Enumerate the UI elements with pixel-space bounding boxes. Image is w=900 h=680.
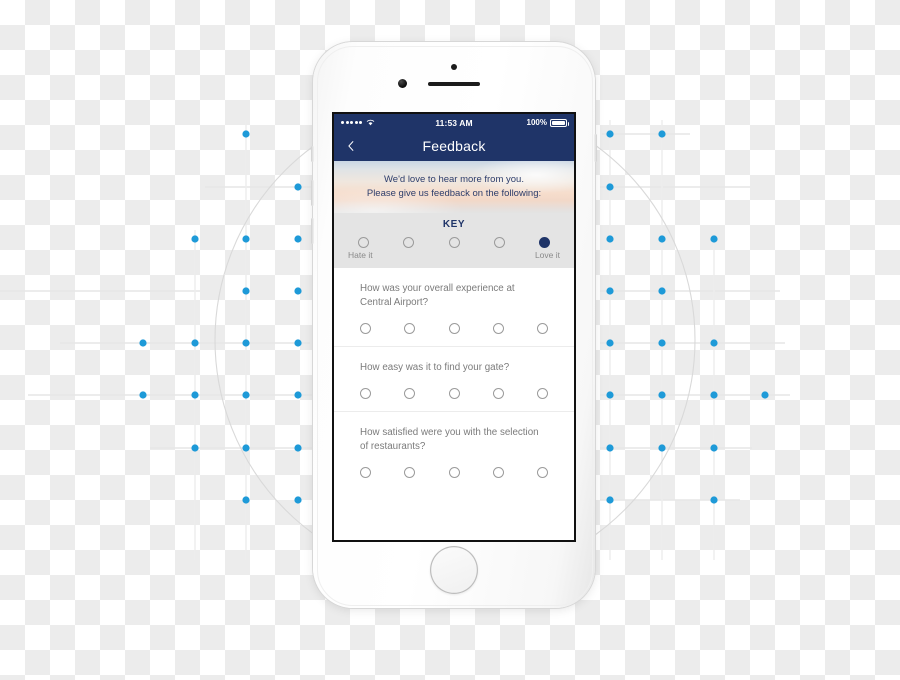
decor-dot [606,235,614,243]
decor-dot [191,339,199,347]
decor-dot [294,496,302,504]
decor-dot [606,444,614,452]
phone-screen: 11:53 AM 100% Feedback We'd love to hear… [332,112,576,542]
decor-dot [606,130,614,138]
decor-dot [710,235,718,243]
key-radio-5[interactable] [539,237,550,248]
decor-dot [139,391,147,399]
intro-banner: We'd love to hear more from you. Please … [334,161,574,213]
q-overall-experience: How was your overall experience at Centr… [334,268,574,347]
key-radio-1[interactable] [358,237,369,248]
decor-dot [242,339,250,347]
decor-dot [658,235,666,243]
decor-dot [242,496,250,504]
q-restaurants-radio-1[interactable] [360,467,371,478]
status-bar: 11:53 AM 100% [334,114,574,131]
key-radio-3[interactable] [448,237,460,248]
q-restaurants-text: How satisfied were you with the selectio… [360,427,539,452]
q-restaurants-radio-row [360,467,548,478]
power-button[interactable] [594,134,597,162]
q-find-gate-radio-4[interactable] [492,388,504,399]
q-overall-experience-radio-1[interactable] [360,323,371,334]
nav-bar: Feedback [334,131,574,161]
q-find-gate: How easy was it to find your gate? [334,347,574,412]
decor-dot [710,391,718,399]
screenshot-stage: 11:53 AM 100% Feedback We'd love to hear… [0,0,900,680]
decor-dot [658,130,666,138]
decor-dot [242,287,250,295]
q-restaurants-radio-5[interactable] [537,467,548,478]
proximity-sensor-icon [451,64,457,70]
decor-dot [658,444,666,452]
q-restaurants-radio-4[interactable] [492,467,504,478]
decor-dot [761,391,769,399]
decor-dot [191,235,199,243]
decor-dot [606,339,614,347]
q-restaurants-radio-2[interactable] [404,467,416,478]
key-radio-4[interactable] [493,237,505,248]
page-title: Feedback [422,138,486,154]
decor-dot [658,339,666,347]
decor-dot [242,444,250,452]
q-overall-experience-text: How was your overall experience at Centr… [360,283,515,308]
decor-dot [294,444,302,452]
decor-dot [710,339,718,347]
q-overall-experience-radio-3[interactable] [448,323,460,334]
q-find-gate-radio-3[interactable] [448,388,460,399]
decor-dot [294,183,302,191]
intro-line-1: We'd love to hear more from you. [384,174,524,185]
q-overall-experience-radio-4[interactable] [492,323,504,334]
questions-list: How was your overall experience at Centr… [334,268,574,490]
key-low-caption: Hate it [348,250,373,260]
decor-dot [191,391,199,399]
q-find-gate-text: How easy was it to find your gate? [360,362,510,373]
status-bar-time: 11:53 AM [435,117,473,128]
decor-dot [710,496,718,504]
decor-dot [606,391,614,399]
decor-dot [294,391,302,399]
key-radio-row [334,237,574,248]
mute-switch[interactable] [311,146,314,162]
q-find-gate-radio-row [360,388,548,399]
key-label: KEY [442,219,466,230]
decor-dot [294,339,302,347]
q-overall-experience-radio-row [360,323,548,334]
q-find-gate-radio-2[interactable] [404,388,416,399]
decor-dot [606,496,614,504]
q-restaurants: How satisfied were you with the selectio… [334,412,574,490]
q-find-gate-radio-5[interactable] [537,388,548,399]
earpiece-speaker-icon [428,82,480,86]
decor-dot [242,130,250,138]
volume-up-button[interactable] [311,180,314,206]
intro-line-2: Please give us feedback on the following… [366,188,542,199]
decor-dot [139,339,147,347]
decor-dot [658,391,666,399]
key-caption-row: Hate it Love it [334,248,574,260]
decor-dot [242,235,250,243]
decor-dot [294,235,302,243]
front-camera-icon [398,79,407,88]
q-overall-experience-radio-2[interactable] [404,323,416,334]
decor-dot [242,391,250,399]
key-high-caption: Love it [534,250,560,260]
q-restaurants-radio-3[interactable] [448,467,460,478]
rating-key-section: KEY Hate it Love it [334,213,574,268]
battery-icon [550,118,569,127]
home-button[interactable] [430,546,478,594]
decor-dot [191,444,199,452]
decor-dot [710,444,718,452]
back-chevron-icon[interactable] [346,141,356,151]
decor-dot [294,287,302,295]
decor-dot [606,287,614,295]
q-find-gate-radio-1[interactable] [360,388,371,399]
decor-dot [606,183,614,191]
decor-dot [658,287,666,295]
volume-down-button[interactable] [311,218,314,244]
key-radio-2[interactable] [403,237,415,248]
phone-mockup: 11:53 AM 100% Feedback We'd love to hear… [311,42,597,608]
q-overall-experience-radio-5[interactable] [537,323,548,334]
